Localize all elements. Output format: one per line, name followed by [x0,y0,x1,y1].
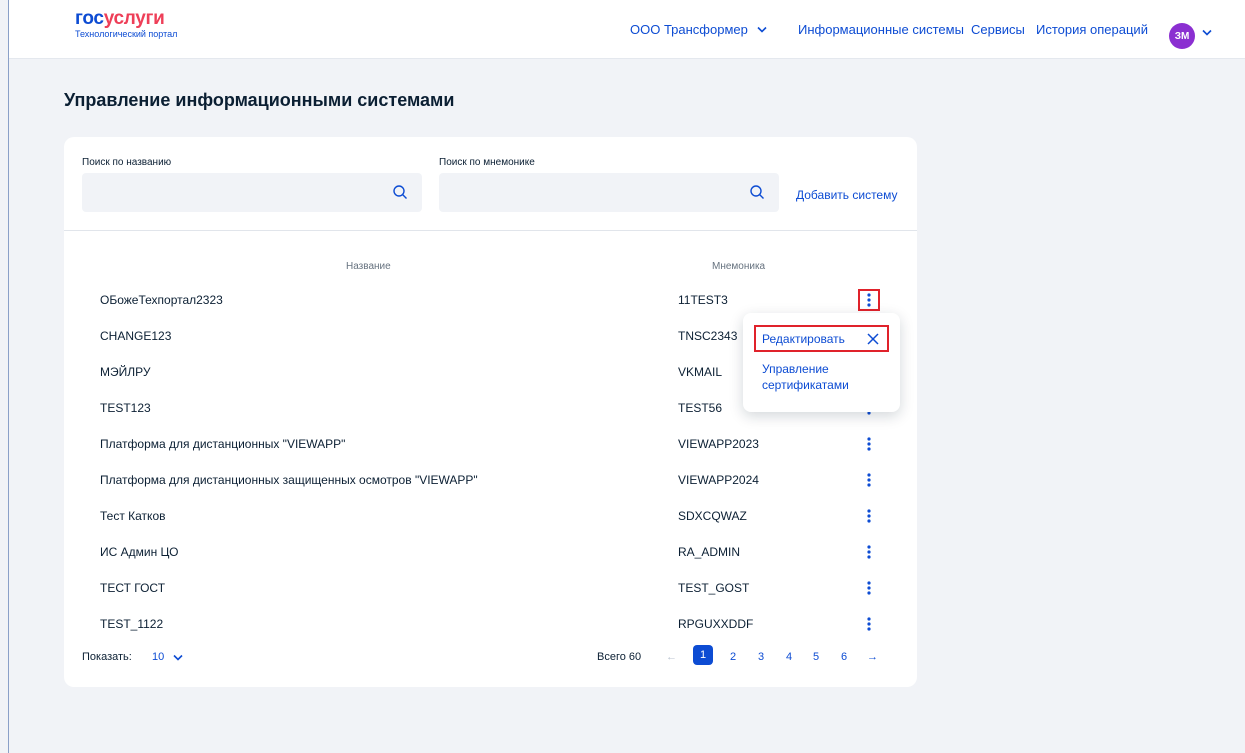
more-actions-icon[interactable] [860,615,878,633]
system-name: МЭЙЛРУ [100,365,151,379]
system-mnemonic: VKMAIL [678,365,723,379]
column-header-mnemonic: Мнемоника [712,261,766,272]
total-count: Всего 60 [597,651,642,663]
system-name: ИС Админ ЦО [100,545,179,559]
system-mnemonic: 11TEST3 [678,293,728,307]
org-label: ООО Трансформер [630,22,748,37]
page-3-button[interactable]: 3 [758,651,764,663]
logo-subtitle: Технологический портал [75,29,178,39]
name-search-input[interactable] [82,173,422,212]
add-system-link[interactable]: Добавить систему [796,188,898,202]
gosuslugi-logo[interactable]: госуслуги Технологический портал [75,9,177,40]
row-actions-menu: Редактировать Управление сертификатами [743,313,900,412]
nav-operations-history[interactable]: История операций [1036,0,1148,59]
divider [64,230,917,231]
system-name: Платформа для дистанционных защищенных о… [100,473,478,487]
system-name: Тест Катков [100,509,166,523]
chevron-down-icon[interactable] [1202,28,1212,39]
table-row: ТЕСТ ГОСТ TEST_GOST [64,570,917,606]
more-actions-icon[interactable] [858,289,880,311]
more-actions-icon[interactable] [860,435,878,453]
system-mnemonic: RPGUXXDDF [678,617,754,631]
system-mnemonic: RA_ADMIN [678,545,741,559]
system-mnemonic: VIEWAPP2023 [678,437,759,451]
table-row: TEST_1122 RPGUXXDDF [64,606,917,642]
mnemonic-search-label: Поиск по мнемонике [439,157,535,168]
system-mnemonic: SDXCQWAZ [678,509,747,523]
page-size-value: 10 [152,651,165,663]
systems-card: Поиск по названию Поиск по мнемонике Доб… [64,137,917,687]
search-icon[interactable] [749,184,765,200]
table-row: Тест Катков SDXCQWAZ [64,498,917,534]
name-search-label: Поиск по названию [82,157,172,168]
table-row: Платформа для дистанционных защищенных о… [64,462,917,498]
table-row: Платформа для дистанционных "VIEWAPP" VIE… [64,426,917,462]
system-name: ОБожеТехпортал2323 [100,293,223,307]
chevron-down-icon [757,26,767,33]
more-actions-icon[interactable] [860,543,878,561]
top-header: госуслуги Технологический портал ООО Тра… [9,0,1245,59]
window-left-border [8,0,9,753]
column-header-name: Название [346,261,391,272]
mnemonic-search-box [439,173,779,212]
nav-info-systems[interactable]: Информационные системы [798,0,964,59]
name-search-box [82,173,422,212]
system-mnemonic: TEST_GOST [678,581,750,595]
system-name: Платформа для дистанционных "VIEWAPP" [100,437,346,451]
chevron-down-icon [173,654,183,661]
page-4-button[interactable]: 4 [786,651,792,663]
system-mnemonic: TNSC2343 [678,329,738,343]
mnemonic-search-input[interactable] [439,173,779,212]
nav-services[interactable]: Сервисы [971,0,1025,59]
manage-certificates-menu-item[interactable]: Управление сертификатами [762,361,872,393]
system-mnemonic: VIEWAPP2024 [678,473,759,487]
system-mnemonic: TEST56 [678,401,723,415]
system-name: TEST123 [100,401,151,415]
system-name: CHANGE123 [100,329,172,343]
edit-menu-item[interactable]: Редактировать [754,325,889,352]
page-title: Управление информационными системами [64,90,455,110]
table-row: ИС Админ ЦО RA_ADMIN [64,534,917,570]
prev-page-arrow-icon[interactable]: ← [666,651,677,663]
page-size-select[interactable]: 10 [152,651,183,663]
system-name: ТЕСТ ГОСТ [100,581,166,595]
edit-label: Редактировать [762,331,845,346]
page-1-button[interactable]: 1 [693,645,713,665]
more-actions-icon[interactable] [860,579,878,597]
close-icon[interactable] [867,333,879,345]
page-2-button[interactable]: 2 [730,651,736,663]
more-actions-icon[interactable] [860,471,878,489]
avatar[interactable]: ЗМ [1169,23,1195,49]
page-5-button[interactable]: 5 [813,651,819,663]
page-6-button[interactable]: 6 [841,651,847,663]
more-actions-icon[interactable] [860,507,878,525]
system-name: TEST_1122 [100,617,164,631]
page-size-label: Показать: [82,651,132,663]
next-page-arrow-icon[interactable]: → [867,651,878,663]
logo-wordmark: госуслуги [75,8,165,29]
org-selector[interactable]: ООО Трансформер [630,0,767,59]
search-icon[interactable] [392,184,408,200]
